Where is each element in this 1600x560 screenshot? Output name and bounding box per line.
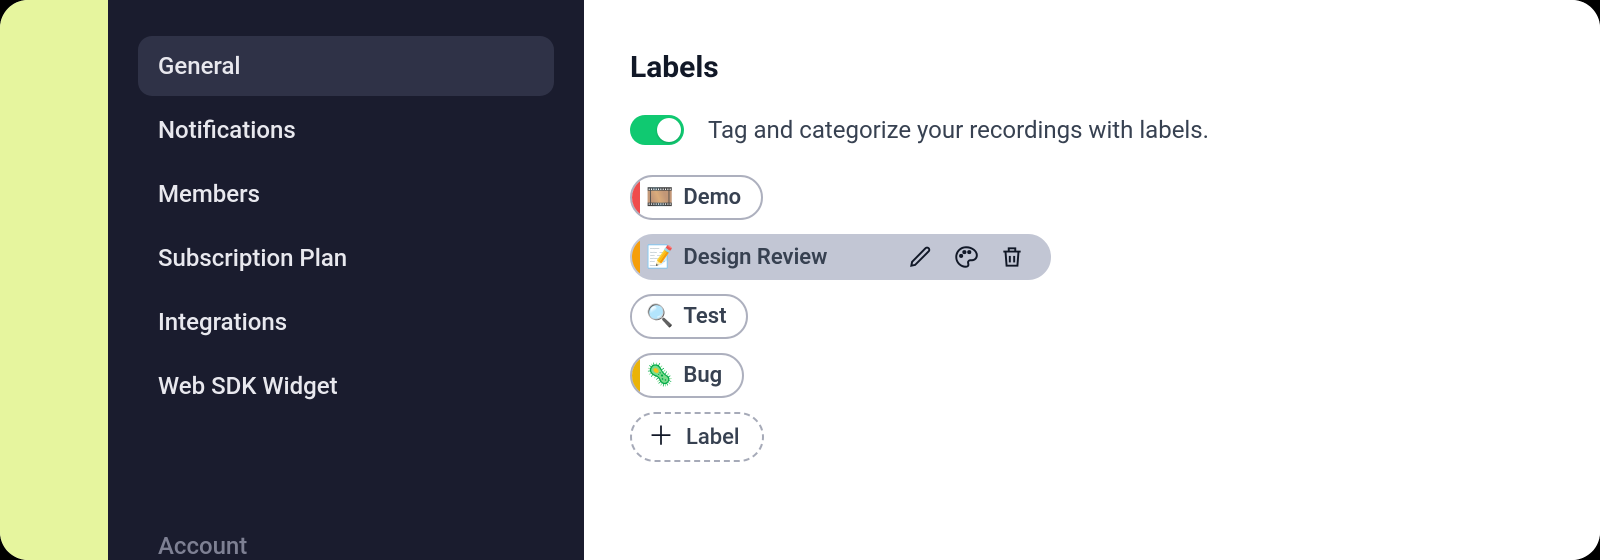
sidebar-footer-label: Account [158, 532, 247, 560]
label-actions [907, 244, 1025, 270]
sidebar-item-general[interactable]: General [138, 36, 554, 96]
label-color-stripe [630, 234, 640, 280]
label-color-stripe [630, 294, 640, 339]
sidebar: General Notifications Members Subscripti… [108, 0, 584, 560]
labels-toggle[interactable] [630, 115, 684, 145]
add-label-text: Label [686, 425, 740, 450]
sidebar-item-label: Web SDK Widget [158, 372, 338, 400]
sidebar-item-label: Subscription Plan [158, 244, 347, 272]
page-title: Labels [630, 50, 1554, 85]
plus-icon: ＋ [648, 424, 674, 450]
label-name: Demo [683, 185, 741, 210]
film-icon: 🎞️ [646, 185, 673, 210]
sidebar-item-members[interactable]: Members [138, 164, 554, 224]
sidebar-item-label: General [158, 52, 241, 80]
microbe-icon: 🦠 [646, 363, 673, 388]
labels-toggle-description: Tag and categorize your recordings with … [708, 116, 1209, 144]
magnifier-icon: 🔍 [646, 304, 673, 329]
sidebar-item-integrations[interactable]: Integrations [138, 292, 554, 352]
main-content: Labels Tag and categorize your recording… [584, 0, 1600, 560]
edit-label-button[interactable] [907, 244, 933, 270]
label-pill-bug[interactable]: 🦠 Bug [630, 353, 744, 398]
label-name: Design Review [683, 245, 827, 270]
sidebar-item-subscription[interactable]: Subscription Plan [138, 228, 554, 288]
pencil-icon [907, 244, 933, 270]
sidebar-item-notifications[interactable]: Notifications [138, 100, 554, 160]
sidebar-items: General Notifications Members Subscripti… [138, 36, 554, 416]
label-pill-design-review[interactable]: 📝 Design Review [630, 234, 1051, 280]
delete-label-button[interactable] [999, 244, 1025, 270]
labels-list: 🎞️ Demo 📝 Design Review [630, 175, 1554, 462]
add-label-button[interactable]: ＋ Label [630, 412, 764, 462]
label-name: Test [683, 304, 726, 329]
accent-bar [0, 0, 108, 560]
label-pill-demo[interactable]: 🎞️ Demo [630, 175, 763, 220]
toggle-knob [657, 118, 681, 142]
sidebar-item-label: Members [158, 180, 260, 208]
change-color-button[interactable] [953, 244, 979, 270]
labels-toggle-row: Tag and categorize your recordings with … [630, 115, 1554, 145]
label-pill-test[interactable]: 🔍 Test [630, 294, 748, 339]
app-frame: General Notifications Members Subscripti… [0, 0, 1600, 560]
label-color-stripe [630, 175, 640, 220]
label-name: Bug [683, 363, 722, 388]
sidebar-item-label: Notifications [158, 116, 296, 144]
sidebar-item-label: Integrations [158, 308, 287, 336]
sidebar-footer-account[interactable]: Account [138, 532, 554, 560]
trash-icon [999, 244, 1025, 270]
label-color-stripe [630, 353, 640, 398]
memo-icon: 📝 [646, 245, 673, 270]
sidebar-item-websdk[interactable]: Web SDK Widget [138, 356, 554, 416]
palette-icon [953, 244, 979, 270]
